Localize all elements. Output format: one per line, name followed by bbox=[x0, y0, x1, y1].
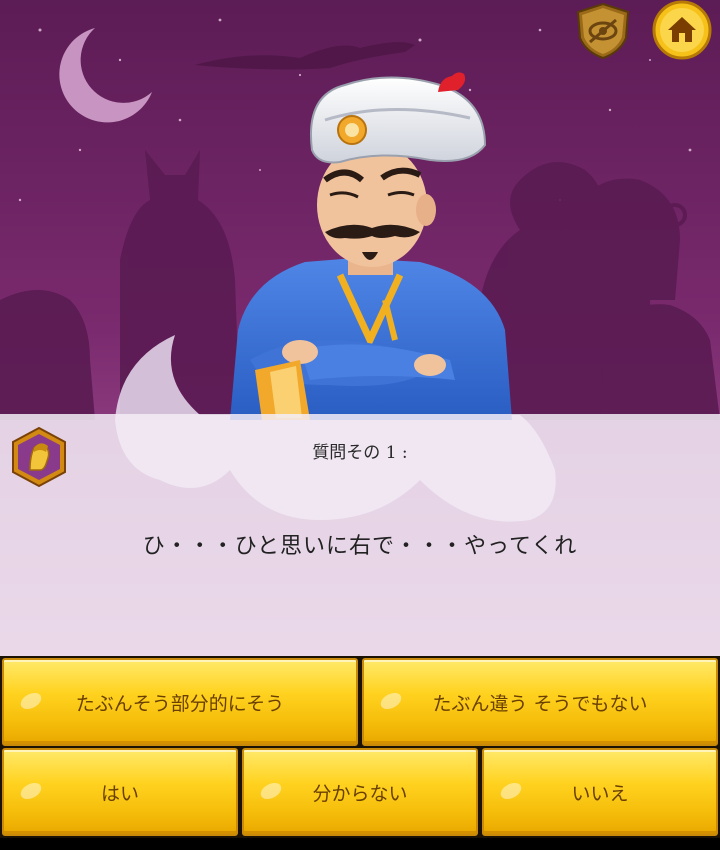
answer-probably-button[interactable]: たぶんそう部分的にそう bbox=[2, 658, 358, 746]
hide-akinator-button[interactable] bbox=[576, 2, 630, 60]
button-gloss bbox=[18, 779, 44, 803]
answer-yes-button[interactable]: はい bbox=[2, 748, 238, 836]
button-gloss bbox=[258, 779, 284, 803]
answer-yes-label: はい bbox=[100, 782, 139, 805]
bottom-bar bbox=[0, 838, 720, 850]
button-gloss bbox=[18, 689, 44, 713]
answer-probably-not-button[interactable]: たぶん違う そうでもない bbox=[362, 658, 718, 746]
button-gloss bbox=[378, 689, 404, 713]
answer-probably-label: たぶんそう部分的にそう bbox=[75, 692, 285, 715]
button-gloss bbox=[498, 779, 524, 803]
question-number: 質問その 1 : bbox=[312, 443, 408, 463]
answer-no-button[interactable]: いいえ bbox=[482, 748, 718, 836]
question-panel: 質問その 1 : ひ・・・ひと思いに右で・・・やってくれ bbox=[0, 414, 720, 656]
eye-slash-shield-icon bbox=[576, 2, 630, 60]
answer-no-label: いいえ bbox=[571, 782, 629, 805]
question-text: ひ・・・ひと思いに右で・・・やってくれ bbox=[142, 534, 578, 559]
home-icon bbox=[652, 0, 712, 60]
answer-probably-not-label: たぶん違う そうでもない bbox=[432, 692, 648, 715]
answer-dont-know-label: 分からない bbox=[312, 782, 408, 805]
akinator-game-screen: 質問その 1 : ひ・・・ひと思いに右で・・・やってくれ たぶんそう部分的にそう… bbox=[0, 0, 720, 850]
answer-buttons: たぶんそう部分的にそう たぶん違う そうでもない はい 分からない いいえ bbox=[0, 656, 720, 850]
home-button[interactable] bbox=[652, 0, 712, 60]
answer-dont-know-button[interactable]: 分からない bbox=[242, 748, 478, 836]
